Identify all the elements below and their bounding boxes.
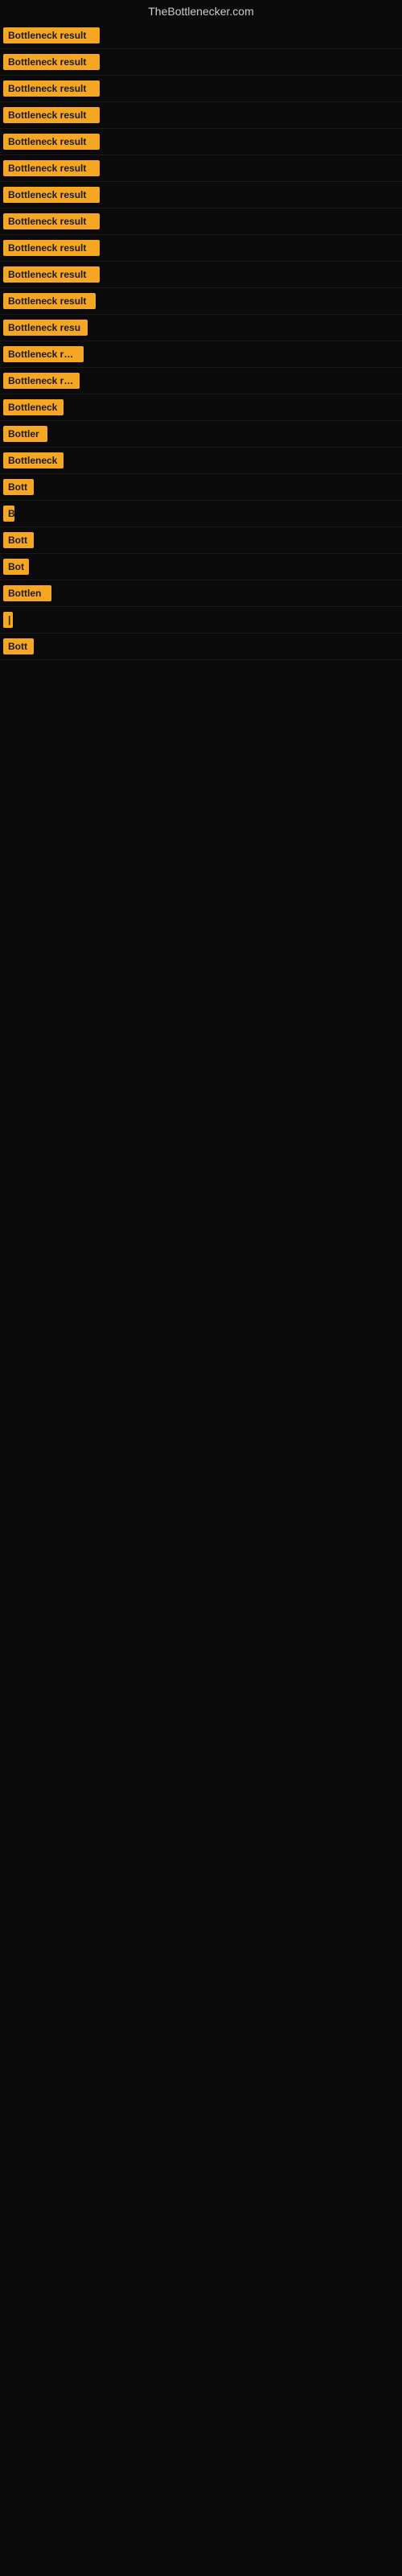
result-row: Bott (0, 474, 402, 501)
bottleneck-badge[interactable]: Bot (3, 559, 29, 575)
bottleneck-badge[interactable]: Bottleneck result (3, 134, 100, 150)
results-container: Bottleneck result Bottleneck result Bottle… (0, 23, 402, 660)
site-header: TheBottlenecker.com (0, 0, 402, 23)
result-row: Bottleneck resu (0, 341, 402, 368)
bottleneck-badge[interactable]: Bottleneck result (3, 213, 100, 229)
bottleneck-badge[interactable]: Bott (3, 479, 34, 495)
bottleneck-badge[interactable]: B (3, 506, 14, 522)
bottleneck-badge[interactable]: Bott (3, 532, 34, 548)
result-row: Bottleneck result (0, 182, 402, 208)
result-row: Bottleneck result (0, 49, 402, 76)
result-row: Bottleneck result (0, 102, 402, 129)
bottleneck-badge[interactable]: Bottleneck result (3, 54, 100, 70)
result-row: Bot (0, 554, 402, 580)
result-row: Bott (0, 634, 402, 660)
result-row: | (0, 607, 402, 634)
result-row: Bottlen (0, 580, 402, 607)
result-row: Bottleneck result (0, 235, 402, 262)
bottleneck-badge[interactable]: Bott (3, 638, 34, 654)
bottleneck-badge[interactable]: Bottleneck result (3, 240, 100, 256)
bottleneck-badge[interactable]: Bottleneck result (3, 266, 100, 283)
result-row: Bottleneck result (0, 262, 402, 288)
result-row: Bottleneck result (0, 288, 402, 315)
result-row: Bott (0, 527, 402, 554)
result-row: Bottleneck resu (0, 315, 402, 341)
bottleneck-badge[interactable]: Bottlen (3, 585, 51, 601)
result-row: Bottleneck resu (0, 368, 402, 394)
bottleneck-badge[interactable]: Bottleneck result (3, 187, 100, 203)
result-row: Bottler (0, 421, 402, 448)
result-row: B (0, 501, 402, 527)
result-row: Bottleneck result (0, 155, 402, 182)
bottleneck-badge[interactable]: Bottleneck result (3, 160, 100, 176)
result-row: Bottleneck (0, 394, 402, 421)
bottleneck-badge[interactable]: Bottleneck resu (3, 320, 88, 336)
result-row: Bottleneck result (0, 23, 402, 49)
bottleneck-badge[interactable]: Bottleneck result (3, 107, 100, 123)
result-row: Bottleneck result (0, 76, 402, 102)
bottleneck-badge[interactable]: Bottleneck resu (3, 346, 84, 362)
bottleneck-badge[interactable]: Bottleneck result (3, 293, 96, 309)
bottleneck-badge[interactable]: Bottleneck result (3, 80, 100, 97)
bottleneck-badge[interactable]: Bottleneck (3, 452, 64, 469)
bottleneck-badge[interactable]: | (3, 612, 13, 628)
result-row: Bottleneck (0, 448, 402, 474)
site-title: TheBottlenecker.com (0, 0, 402, 23)
result-row: Bottleneck result (0, 129, 402, 155)
bottleneck-badge[interactable]: Bottleneck (3, 399, 64, 415)
bottleneck-badge[interactable]: Bottler (3, 426, 47, 442)
bottleneck-badge[interactable]: Bottleneck result (3, 27, 100, 43)
bottleneck-badge[interactable]: Bottleneck resu (3, 373, 80, 389)
result-row: Bottleneck result (0, 208, 402, 235)
